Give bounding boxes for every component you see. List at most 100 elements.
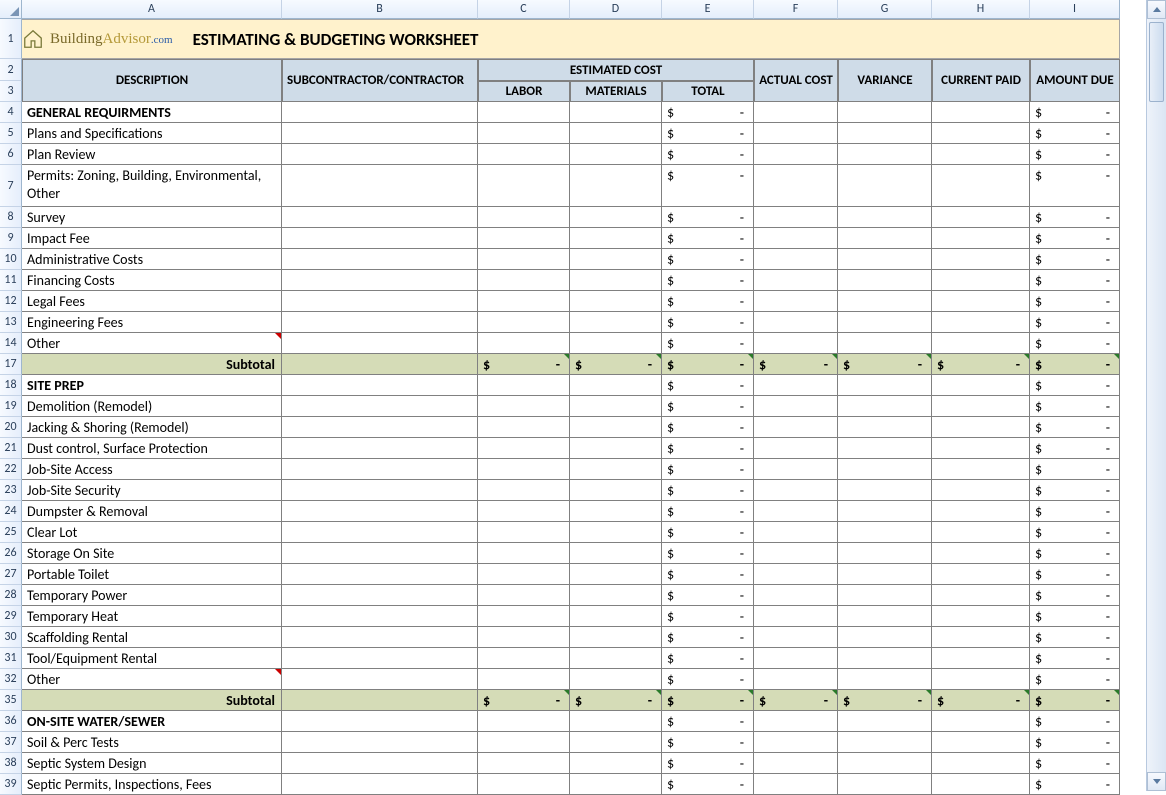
empty-cell[interactable] bbox=[754, 249, 838, 270]
empty-cell[interactable] bbox=[838, 459, 932, 480]
empty-cell[interactable] bbox=[282, 228, 478, 249]
empty-cell[interactable] bbox=[570, 627, 662, 648]
empty-cell[interactable] bbox=[478, 396, 570, 417]
vertical-scrollbar[interactable] bbox=[1146, 0, 1166, 791]
row-header-21[interactable]: 21 bbox=[0, 438, 22, 459]
empty-cell[interactable] bbox=[838, 102, 932, 123]
col-header-E[interactable]: E bbox=[662, 0, 754, 19]
description-cell[interactable]: Permits: Zoning, Building, Environmental… bbox=[22, 165, 282, 207]
empty-cell[interactable] bbox=[932, 249, 1030, 270]
empty-cell[interactable] bbox=[932, 669, 1030, 690]
empty-cell[interactable] bbox=[282, 396, 478, 417]
row-header-30[interactable]: 30 bbox=[0, 627, 22, 648]
empty-cell[interactable] bbox=[282, 690, 478, 711]
empty-cell[interactable] bbox=[932, 564, 1030, 585]
empty-cell[interactable] bbox=[570, 228, 662, 249]
row-header-37[interactable]: 37 bbox=[0, 732, 22, 753]
row-header-28[interactable]: 28 bbox=[0, 585, 22, 606]
row-header-36[interactable]: 36 bbox=[0, 711, 22, 732]
empty-cell[interactable] bbox=[754, 459, 838, 480]
money-cell[interactable] bbox=[662, 375, 754, 396]
empty-cell[interactable] bbox=[754, 753, 838, 774]
empty-cell[interactable] bbox=[932, 417, 1030, 438]
empty-cell[interactable] bbox=[282, 669, 478, 690]
section-header[interactable]: SITE PREP bbox=[22, 375, 282, 396]
money-cell[interactable] bbox=[662, 438, 754, 459]
money-cell[interactable] bbox=[662, 228, 754, 249]
col-header-B[interactable]: B bbox=[282, 0, 478, 19]
empty-cell[interactable] bbox=[932, 627, 1030, 648]
empty-cell[interactable] bbox=[754, 606, 838, 627]
money-cell[interactable] bbox=[1030, 732, 1120, 753]
row-header-17[interactable]: 17 bbox=[0, 354, 22, 375]
empty-cell[interactable] bbox=[838, 564, 932, 585]
row-header-8[interactable]: 8 bbox=[0, 207, 22, 228]
row-header-11[interactable]: 11 bbox=[0, 270, 22, 291]
row-header-35[interactable]: 35 bbox=[0, 690, 22, 711]
empty-cell[interactable] bbox=[932, 480, 1030, 501]
empty-cell[interactable] bbox=[754, 228, 838, 249]
description-cell[interactable]: Soil & Perc Tests bbox=[22, 732, 282, 753]
money-cell[interactable] bbox=[1030, 522, 1120, 543]
header-materials[interactable]: MATERIALS bbox=[570, 81, 662, 102]
empty-cell[interactable] bbox=[838, 501, 932, 522]
empty-cell[interactable] bbox=[838, 270, 932, 291]
empty-cell[interactable] bbox=[932, 501, 1030, 522]
money-cell[interactable] bbox=[1030, 207, 1120, 228]
header-labor[interactable]: LABOR bbox=[478, 81, 570, 102]
empty-cell[interactable] bbox=[932, 270, 1030, 291]
empty-cell[interactable] bbox=[570, 753, 662, 774]
row-header-24[interactable]: 24 bbox=[0, 501, 22, 522]
empty-cell[interactable] bbox=[754, 165, 838, 207]
money-cell[interactable] bbox=[1030, 501, 1120, 522]
empty-cell[interactable] bbox=[570, 207, 662, 228]
money-cell[interactable] bbox=[662, 690, 754, 711]
empty-cell[interactable] bbox=[282, 711, 478, 732]
money-cell[interactable] bbox=[1030, 648, 1120, 669]
money-cell[interactable] bbox=[662, 711, 754, 732]
empty-cell[interactable] bbox=[932, 732, 1030, 753]
empty-cell[interactable] bbox=[478, 480, 570, 501]
description-cell[interactable]: Tool/Equipment Rental bbox=[22, 648, 282, 669]
empty-cell[interactable] bbox=[932, 228, 1030, 249]
row-header-12[interactable]: 12 bbox=[0, 291, 22, 312]
empty-cell[interactable] bbox=[838, 522, 932, 543]
money-cell[interactable] bbox=[662, 774, 754, 795]
empty-cell[interactable] bbox=[754, 774, 838, 795]
row-header-6[interactable]: 6 bbox=[0, 144, 22, 165]
empty-cell[interactable] bbox=[838, 438, 932, 459]
empty-cell[interactable] bbox=[282, 375, 478, 396]
empty-cell[interactable] bbox=[570, 291, 662, 312]
row-header-2[interactable]: 2 bbox=[0, 59, 22, 81]
money-cell[interactable] bbox=[1030, 438, 1120, 459]
col-header-D[interactable]: D bbox=[570, 0, 662, 19]
empty-cell[interactable] bbox=[478, 438, 570, 459]
empty-cell[interactable] bbox=[570, 144, 662, 165]
description-cell[interactable]: Dumpster & Removal bbox=[22, 501, 282, 522]
empty-cell[interactable] bbox=[754, 648, 838, 669]
money-cell[interactable] bbox=[662, 732, 754, 753]
description-cell[interactable]: Clear Lot bbox=[22, 522, 282, 543]
empty-cell[interactable] bbox=[478, 648, 570, 669]
empty-cell[interactable] bbox=[838, 375, 932, 396]
col-header-A[interactable]: A bbox=[22, 0, 282, 19]
money-cell[interactable] bbox=[1030, 123, 1120, 144]
description-cell[interactable]: Dust control, Surface Protection bbox=[22, 438, 282, 459]
row-header-31[interactable]: 31 bbox=[0, 648, 22, 669]
empty-cell[interactable] bbox=[478, 102, 570, 123]
empty-cell[interactable] bbox=[754, 501, 838, 522]
empty-cell[interactable] bbox=[754, 585, 838, 606]
description-cell[interactable]: Job-Site Access bbox=[22, 459, 282, 480]
description-cell[interactable]: Portable Toilet bbox=[22, 564, 282, 585]
empty-cell[interactable] bbox=[282, 585, 478, 606]
empty-cell[interactable] bbox=[282, 522, 478, 543]
empty-cell[interactable] bbox=[478, 291, 570, 312]
money-cell[interactable] bbox=[1030, 144, 1120, 165]
empty-cell[interactable] bbox=[282, 648, 478, 669]
empty-cell[interactable] bbox=[570, 606, 662, 627]
empty-cell[interactable] bbox=[478, 417, 570, 438]
money-cell[interactable] bbox=[932, 690, 1030, 711]
description-cell[interactable]: Temporary Heat bbox=[22, 606, 282, 627]
description-cell[interactable]: Septic System Design bbox=[22, 753, 282, 774]
row-header-18[interactable]: 18 bbox=[0, 375, 22, 396]
